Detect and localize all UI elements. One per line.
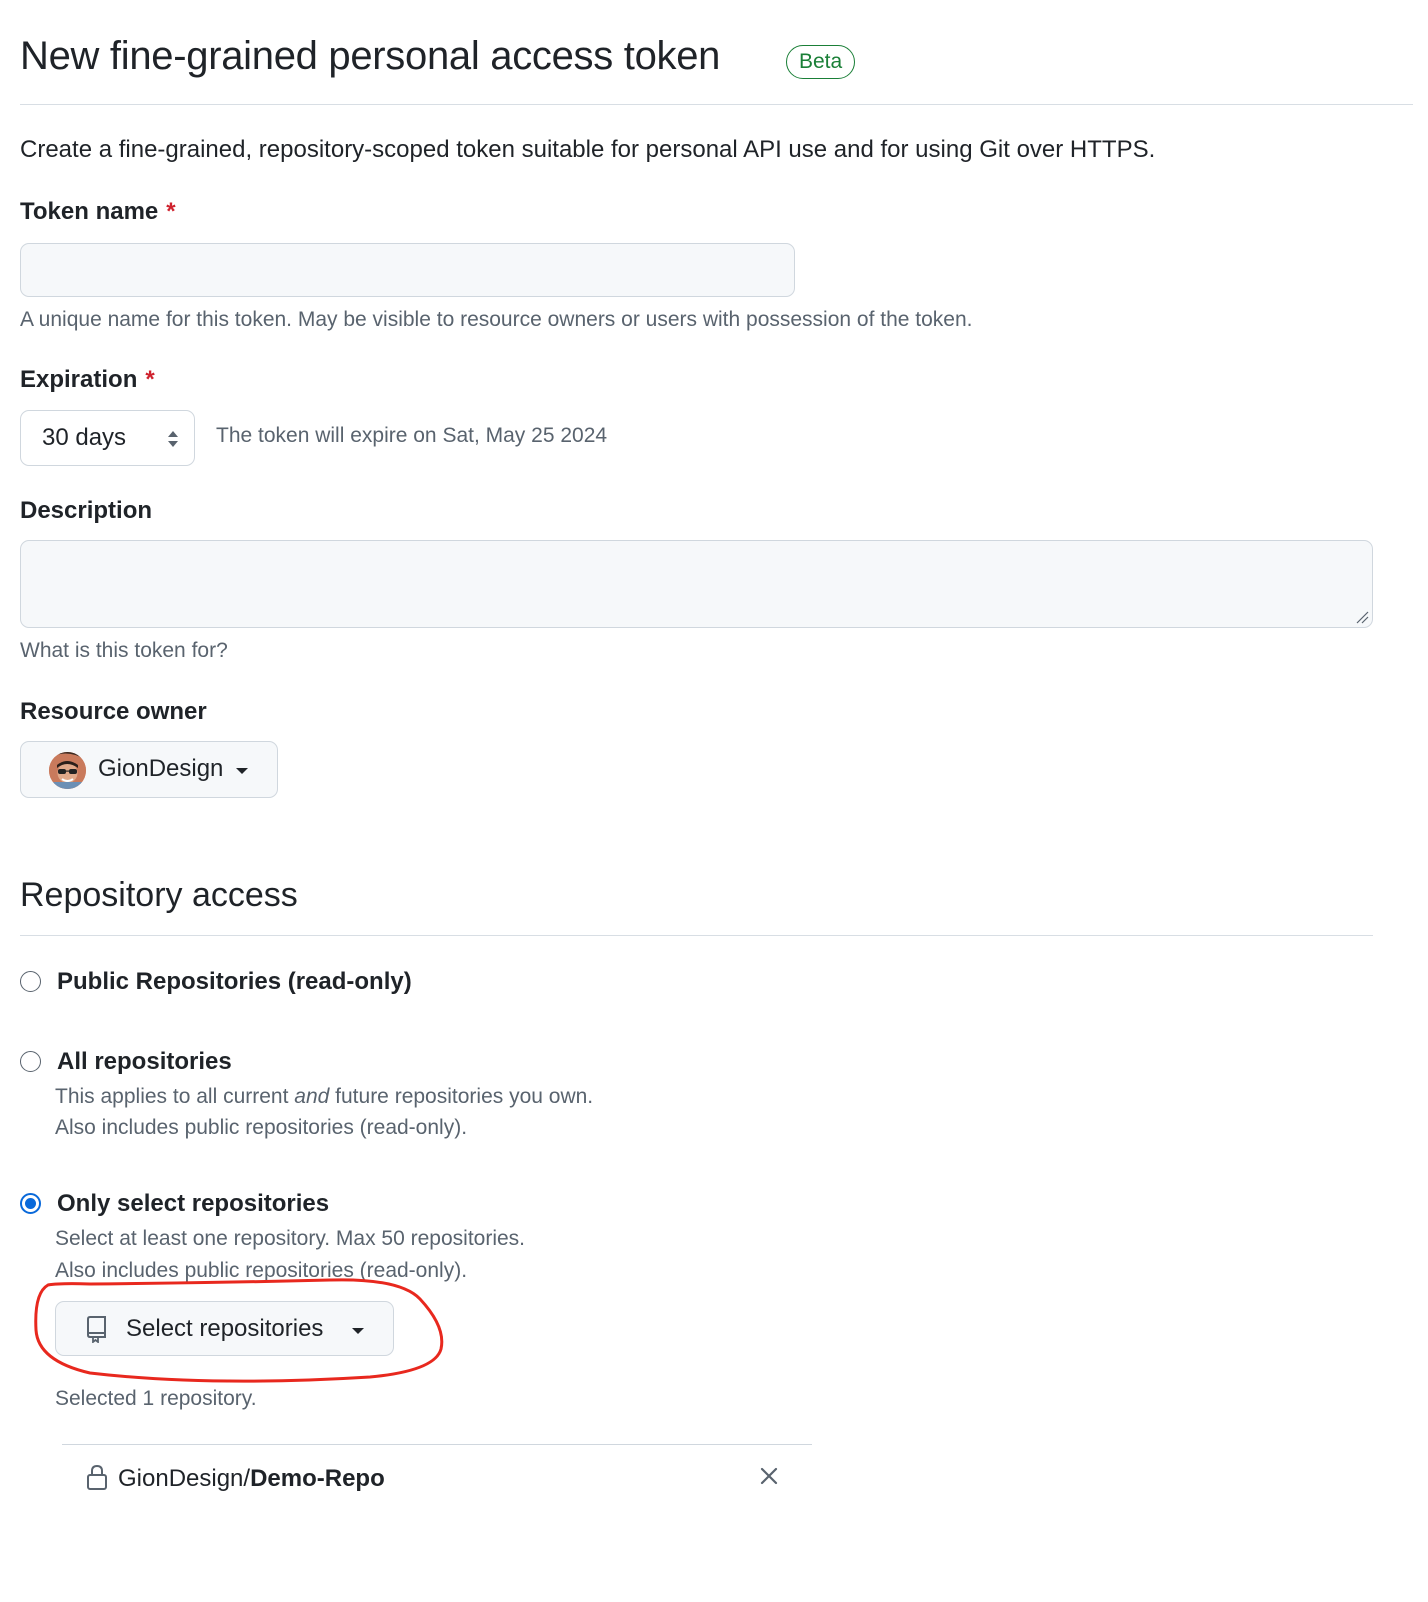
expiration-note: The token will expire on Sat, May 25 202… (216, 424, 608, 447)
radio-label-public-repositories: Public Repositories (read-only) (57, 968, 412, 995)
radio-label-all-repositories: All repositories (57, 1048, 232, 1075)
all-repositories-desc-em: and (294, 1085, 330, 1108)
expiration-select[interactable]: 30 days (20, 410, 195, 466)
token-name-label-text: Token name (20, 198, 159, 225)
description-hint: What is this token for? (20, 639, 228, 662)
expiration-label: Expiration * (20, 366, 155, 394)
repo-full-name: GionDesign/Demo-Repo (118, 1465, 385, 1493)
repository-access-title: Repository access (20, 876, 298, 914)
required-mark: * (166, 198, 176, 225)
expiration-select-value: 30 days (42, 424, 127, 451)
radio-only-select-repositories[interactable] (20, 1193, 41, 1214)
lock-icon (87, 1464, 107, 1490)
required-mark: * (145, 366, 155, 393)
radio-all-repositories[interactable] (20, 1051, 41, 1072)
token-name-hint: A unique name for this token. May be vis… (20, 308, 973, 331)
beta-badge: Beta (786, 45, 856, 79)
resource-owner-label: Resource owner (20, 698, 207, 725)
repo-owner-name: GionDesign/ (118, 1465, 251, 1492)
expiration-label-text: Expiration (20, 366, 138, 393)
all-repositories-desc: This applies to all current and future r… (55, 1085, 593, 1109)
token-name-label: Token name * (20, 198, 176, 226)
radio-public-repositories[interactable] (20, 971, 41, 992)
page-title: New fine-grained personal access token (20, 34, 721, 78)
red-circle-annotation (34, 1278, 444, 1383)
selected-repositories-list: GionDesign/Demo-Repo (62, 1444, 812, 1508)
selected-count: Selected 1 repository. (55, 1387, 257, 1410)
only-select-desc-line1: Select at least one repository. Max 50 r… (55, 1227, 526, 1250)
repository-access-header: Repository access (20, 870, 1373, 936)
all-repositories-desc-post: future repositories you own. (329, 1085, 594, 1108)
resource-owner-name: GionDesign (98, 755, 224, 782)
all-repositories-desc-pre: This applies to all current (55, 1085, 295, 1108)
intro-text: Create a fine-grained, repository-scoped… (20, 136, 1156, 163)
select-arrows-icon (168, 431, 178, 447)
resize-grip-icon[interactable] (1355, 610, 1369, 624)
radio-label-only-select-repositories: Only select repositories (57, 1190, 330, 1217)
all-repositories-desc-line2: Also includes public repositories (read-… (55, 1116, 468, 1139)
description-label: Description (20, 497, 153, 524)
token-name-input[interactable] (20, 243, 795, 297)
caret-down-icon (236, 768, 248, 774)
close-icon[interactable] (760, 1467, 778, 1485)
avatar (49, 752, 86, 789)
repo-name: Demo-Repo (250, 1465, 385, 1492)
page-header: New fine-grained personal access token B… (20, 30, 1413, 105)
description-textarea[interactable] (20, 540, 1373, 628)
resource-owner-dropdown[interactable]: GionDesign (20, 741, 278, 798)
